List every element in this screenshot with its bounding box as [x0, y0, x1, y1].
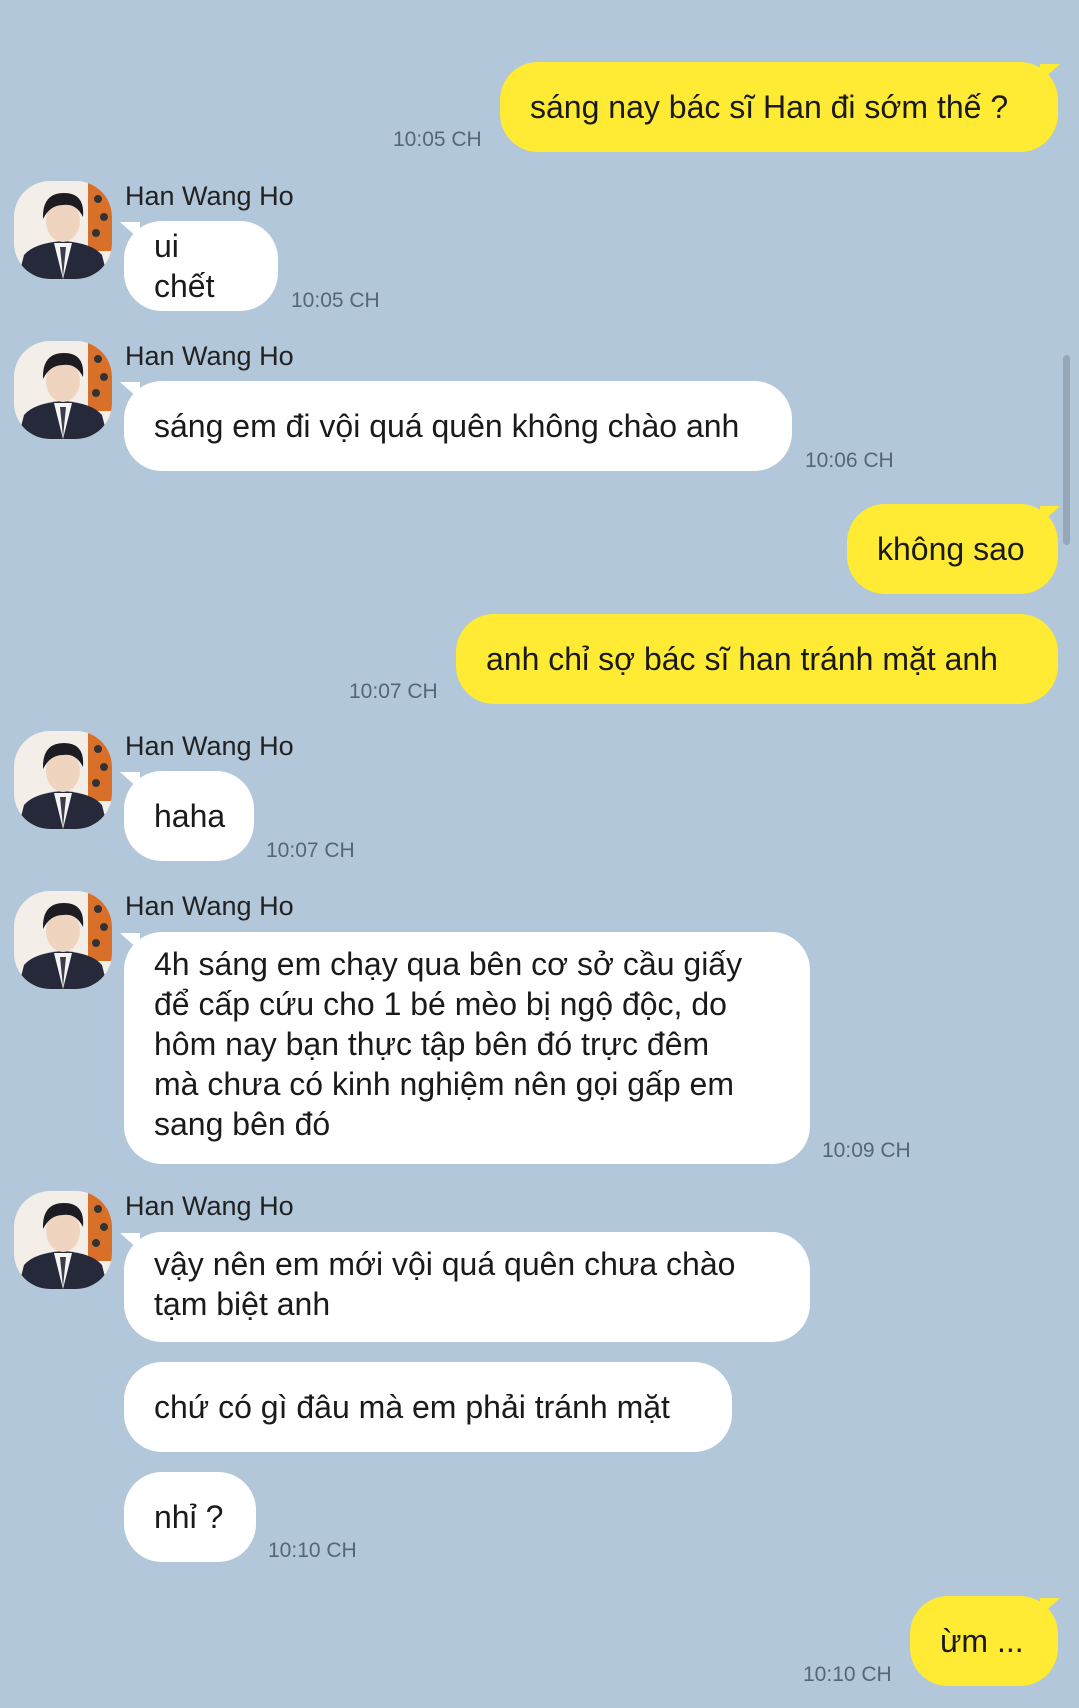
message-time: 10:06 CH	[805, 449, 894, 472]
message-time: 10:07 CH	[349, 680, 438, 703]
contact-name: Han Wang Ho	[125, 891, 294, 921]
contact-avatar[interactable]	[14, 731, 112, 829]
message-text: không sao	[877, 531, 1025, 567]
message-line: tạm biệt anh	[154, 1286, 331, 1322]
message-bubble[interactable]: sáng nay bác sĩ Han đi sớm thế ?	[500, 62, 1058, 152]
message-text: anh chỉ sợ bác sĩ han tránh mặt anh	[486, 641, 998, 677]
contact-name: Han Wang Ho	[125, 341, 294, 371]
message-text: chứ có gì đâu mà em phải tránh mặt	[154, 1389, 670, 1425]
contact-avatar[interactable]	[14, 341, 112, 439]
message-time: 10:05 CH	[393, 128, 482, 151]
contact-avatar[interactable]	[14, 1191, 112, 1289]
message-time: 10:10 CH	[268, 1539, 357, 1562]
message-time: 10:09 CH	[822, 1139, 911, 1162]
message-line: hôm nay bạn thực tập bên đó trực đêm	[154, 1026, 710, 1062]
contact-avatar[interactable]	[14, 181, 112, 279]
message-line: sang bên đó	[154, 1106, 331, 1142]
message-text: ui chết	[154, 228, 215, 304]
message-line: để cấp cứu cho 1 bé mèo bị ngộ độc, do	[154, 986, 727, 1022]
message-bubble[interactable]: sáng em đi vội quá quên không chào anh	[124, 381, 792, 471]
message-bubble[interactable]: nhỉ ?	[124, 1472, 256, 1562]
message-bubble[interactable]: không sao	[847, 504, 1058, 594]
contact-name: Han Wang Ho	[125, 181, 294, 211]
message-line: vậy nên em mới vội quá quên chưa chào	[154, 1246, 736, 1282]
message-text: nhỉ ?	[154, 1499, 224, 1535]
message-line: mà chưa có kinh nghiệm nên gọi gấp em	[154, 1066, 734, 1102]
message-text: 4h sáng em chạy qua bên cơ sở cầu giấy đ…	[154, 944, 742, 1144]
message-time: 10:07 CH	[266, 839, 355, 862]
message-text: haha	[154, 798, 226, 834]
message-time: 10:05 CH	[291, 289, 380, 312]
chat-area[interactable]: sáng nay bác sĩ Han đi sớm thế ? 10:05 C…	[0, 0, 1079, 1708]
contact-name: Han Wang Ho	[125, 1191, 294, 1221]
message-bubble[interactable]: ui chết	[124, 221, 278, 311]
message-time: 10:10 CH	[803, 1663, 892, 1686]
contact-avatar[interactable]	[14, 891, 112, 989]
message-bubble[interactable]: haha	[124, 771, 254, 861]
message-bubble[interactable]: 4h sáng em chạy qua bên cơ sở cầu giấy đ…	[124, 932, 810, 1164]
scrollbar[interactable]	[1063, 355, 1070, 545]
message-bubble[interactable]: chứ có gì đâu mà em phải tránh mặt	[124, 1362, 732, 1452]
message-text: ừm ...	[940, 1623, 1024, 1659]
message-line: 4h sáng em chạy qua bên cơ sở cầu giấy	[154, 946, 743, 982]
contact-name: Han Wang Ho	[125, 731, 294, 761]
message-bubble[interactable]: anh chỉ sợ bác sĩ han tránh mặt anh	[456, 614, 1058, 704]
message-bubble[interactable]: vậy nên em mới vội quá quên chưa chào tạ…	[124, 1232, 810, 1342]
message-text: vậy nên em mới vội quá quên chưa chào tạ…	[154, 1244, 735, 1324]
message-text: sáng nay bác sĩ Han đi sớm thế ?	[530, 89, 1009, 125]
message-bubble[interactable]: ừm ...	[910, 1596, 1058, 1686]
message-text: sáng em đi vội quá quên không chào anh	[154, 408, 740, 444]
